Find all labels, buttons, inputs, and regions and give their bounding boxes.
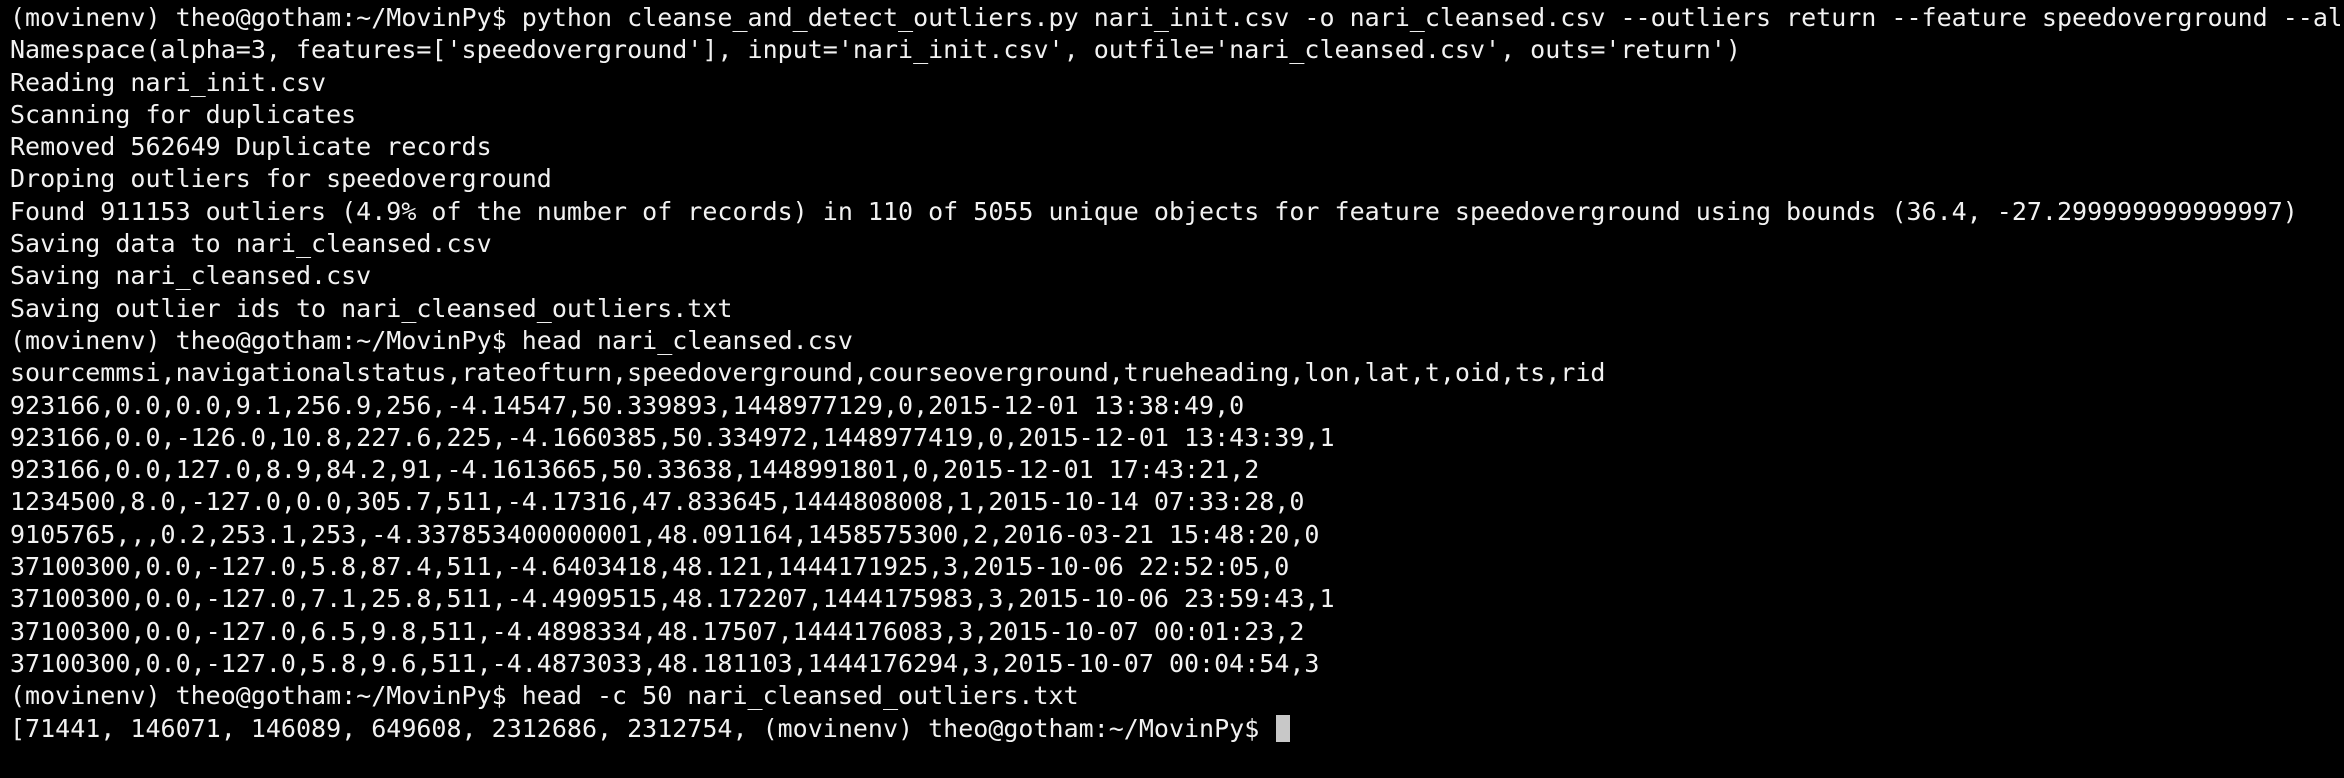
terminal-line-reading: Reading nari_init.csv <box>10 67 327 97</box>
terminal-line-csv-row: 923166,0.0,0.0,9.1,256.9,256,-4.14547,50… <box>10 390 1245 420</box>
terminal-line-command-head: (movinenv) theo@gotham:~/MovinPy$ head n… <box>10 325 853 355</box>
terminal-line-saving-ids: Saving outlier ids to nari_cleansed_outl… <box>10 293 733 323</box>
terminal-line-csv-row: 9105765,,,0.2,253.1,253,-4.3378534000000… <box>10 519 1320 549</box>
terminal-line-csv-header: sourcemmsi,navigationalstatus,rateofturn… <box>10 358 1606 388</box>
terminal-cursor[interactable] <box>1276 714 1291 742</box>
terminal-line-csv-row: 923166,0.0,-126.0,10.8,227.6,225,-4.1660… <box>10 422 1335 452</box>
terminal-line-droping: Droping outliers for speedoverground <box>10 164 552 194</box>
terminal-line-csv-row: 923166,0.0,127.0,8.9,84.2,91,-4.1613665,… <box>10 455 1260 485</box>
terminal-line-csv-row: 37100300,0.0,-127.0,5.8,87.4,511,-4.6403… <box>10 552 1290 582</box>
terminal-line-prompt-current[interactable]: [71441, 146071, 146089, 649608, 2312686,… <box>10 713 2340 745</box>
terminal-window[interactable]: (movinenv) theo@gotham:~/MovinPy$ python… <box>10 0 2340 778</box>
terminal-line-csv-row: 37100300,0.0,-127.0,6.5,9.8,511,-4.48983… <box>10 616 1305 646</box>
terminal-line-found-outliers: Found 911153 outliers (4.9% of the numbe… <box>10 196 2298 226</box>
terminal-line-outlier-ids-prompt: [71441, 146071, 146089, 649608, 2312686,… <box>10 713 1275 743</box>
terminal-line-namespace: Namespace(alpha=3, features=['speedoverg… <box>10 35 1741 65</box>
terminal-line-saving-data: Saving data to nari_cleansed.csv <box>10 229 492 259</box>
terminal-line-csv-row: 37100300,0.0,-127.0,5.8,9.6,511,-4.48730… <box>10 648 1320 678</box>
terminal-line-saving-file: Saving nari_cleansed.csv <box>10 261 372 291</box>
terminal-line-command-cleanse: (movinenv) theo@gotham:~/MovinPy$ python… <box>10 3 2340 32</box>
terminal-line-csv-row: 1234500,8.0,-127.0,0.0,305.7,511,-4.1731… <box>10 487 1305 517</box>
terminal-line-command-head-outliers: (movinenv) theo@gotham:~/MovinPy$ head -… <box>10 681 1079 711</box>
terminal-line-scanning: Scanning for duplicates <box>10 99 357 129</box>
terminal-line-removed: Removed 562649 Duplicate records <box>10 132 492 162</box>
terminal-line-csv-row: 37100300,0.0,-127.0,7.1,25.8,511,-4.4909… <box>10 584 1335 614</box>
